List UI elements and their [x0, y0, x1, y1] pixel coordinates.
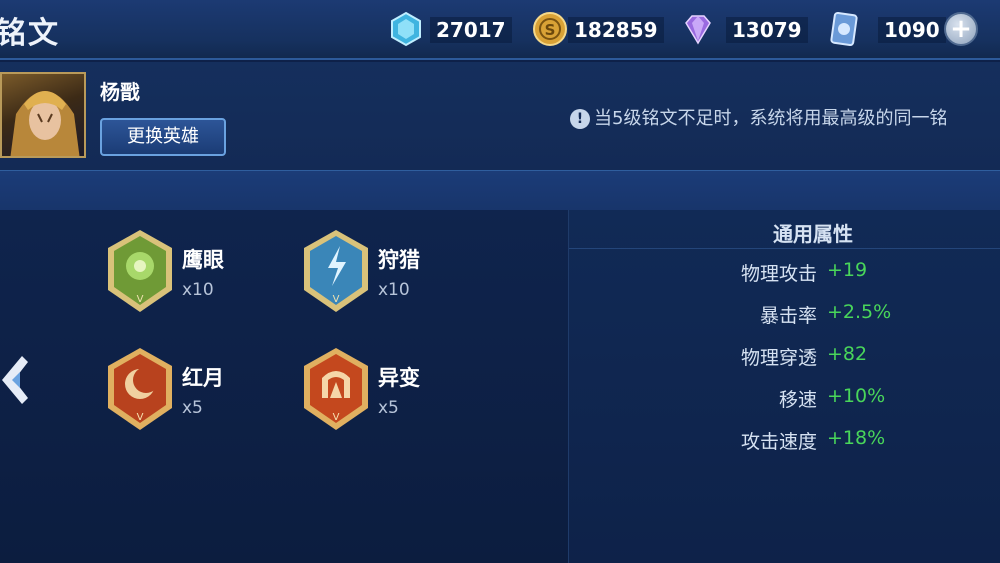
- stat-value: +10%: [827, 385, 886, 407]
- page-title: 铭文: [0, 16, 60, 51]
- hero-portrait-icon: [10, 91, 80, 156]
- red-moon-rune-icon: V: [108, 348, 172, 430]
- rune-item[interactable]: V 鹰眼 x10: [104, 228, 304, 318]
- diamond-count: 27017: [430, 17, 512, 43]
- rune-name: 鹰眼: [182, 248, 224, 272]
- plus-icon: +: [950, 14, 972, 44]
- mutation-rune-icon: V: [304, 348, 368, 430]
- rune-count: x10: [378, 280, 410, 300]
- diamond-icon: [391, 11, 421, 47]
- stat-value: +19: [827, 259, 868, 281]
- section-divider: [0, 170, 1000, 210]
- voucher-count: 1090: [878, 17, 946, 43]
- info-icon: !: [570, 109, 590, 129]
- stat-label: 攻击速度: [740, 431, 817, 453]
- rune-item[interactable]: V 红月 x5: [104, 346, 304, 436]
- svg-text:S: S: [545, 21, 556, 39]
- rune-name: 异变: [378, 366, 420, 390]
- stats-title: 通用属性: [773, 222, 853, 246]
- gold-count: 182859: [568, 17, 664, 43]
- top-bar: 铭文 27017 S 182859 13079 1090 +: [0, 0, 1000, 60]
- left-arrow-icon[interactable]: [0, 350, 32, 410]
- change-hero-button[interactable]: 更换英雄: [100, 118, 226, 156]
- hawk-eye-rune-icon: V: [108, 230, 172, 312]
- stats-panel: 通用属性 物理攻击 +19 暴击率 +2.5% 物理穿透 +82 移速 +10%…: [568, 210, 1000, 563]
- rune-item[interactable]: V 狩猎 x10: [300, 228, 500, 318]
- rune-count: x10: [182, 280, 214, 300]
- rune-name: 狩猎: [378, 248, 420, 272]
- hunting-rune-icon: V: [304, 230, 368, 312]
- stat-label: 物理穿透: [740, 347, 817, 369]
- stat-value: +18%: [827, 427, 886, 449]
- rune-item[interactable]: V 异变 x5: [300, 346, 500, 436]
- stat-value: +82: [827, 343, 868, 365]
- stat-label: 移速: [778, 389, 817, 411]
- notice-text: 当5级铭文不足时，系统将用最高级的同一铭: [594, 108, 948, 129]
- svg-text:V: V: [137, 294, 144, 305]
- rune-notice: ! 当5级铭文不足时，系统将用最高级的同一铭: [570, 104, 947, 130]
- svg-text:V: V: [137, 412, 144, 423]
- stat-label: 物理攻击: [740, 263, 817, 285]
- crystal-count: 13079: [726, 17, 808, 43]
- svg-text:V: V: [333, 412, 340, 423]
- voucher-card-icon: [830, 12, 858, 46]
- add-currency-button[interactable]: +: [944, 12, 978, 46]
- rune-count: x5: [378, 398, 399, 418]
- rune-name: 红月: [182, 366, 224, 390]
- hero-name: 杨戬: [100, 80, 140, 104]
- divider: [569, 248, 1000, 249]
- stat-value: +2.5%: [827, 301, 892, 323]
- hero-avatar[interactable]: [0, 72, 86, 158]
- stat-label: 暴击率: [759, 305, 817, 327]
- rune-count: x5: [182, 398, 203, 418]
- gold-coin-icon: S: [533, 12, 567, 46]
- crystal-gem-icon: [685, 15, 711, 45]
- svg-text:V: V: [333, 294, 340, 305]
